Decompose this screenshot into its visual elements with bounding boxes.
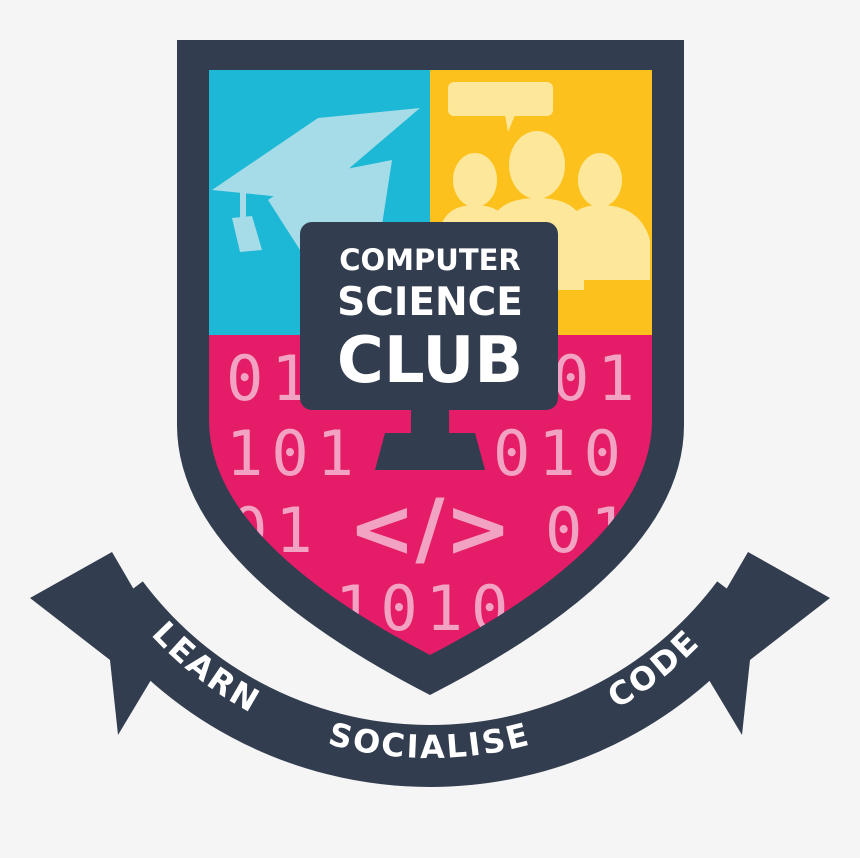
crest-graphic: 01 01 101 010 01 01 1010 </> COMPUTER SC…	[30, 40, 830, 787]
binary-row1-right: 01	[552, 342, 643, 415]
code-icon: </>	[348, 482, 511, 575]
title-line-2: SCIENCE	[337, 280, 523, 325]
binary-row2-left: 101	[226, 417, 362, 490]
logo: 01 01 101 010 01 01 1010 </> COMPUTER SC…	[0, 0, 860, 858]
binary-row2-right: 010	[493, 417, 629, 490]
title-line-3: CLUB	[337, 324, 523, 398]
banner-word-socialise: SOCIALISE	[325, 715, 532, 766]
svg-text:SOCIALISE: SOCIALISE	[325, 715, 535, 766]
title-line-1: COMPUTER	[339, 243, 521, 277]
